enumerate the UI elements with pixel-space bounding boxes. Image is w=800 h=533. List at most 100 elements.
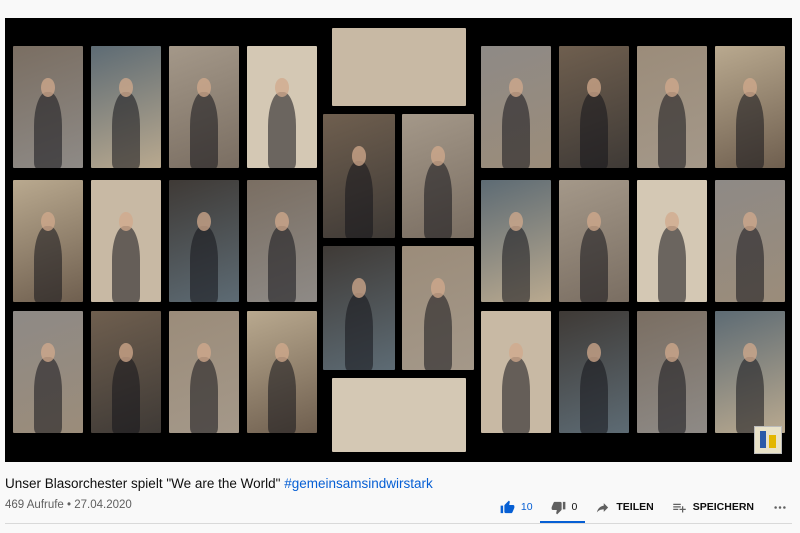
musician-head xyxy=(509,211,523,232)
musician-figure xyxy=(580,357,608,433)
musician-tile xyxy=(13,311,83,433)
musician-figure xyxy=(658,92,686,168)
musician-head xyxy=(509,77,523,98)
musician-tile xyxy=(481,180,551,302)
musician-figure xyxy=(268,226,296,302)
musician-head xyxy=(665,77,679,98)
musician-figure xyxy=(502,226,530,302)
dislike-button[interactable]: 0 xyxy=(551,500,578,515)
musician-tile xyxy=(91,180,161,302)
musician-figure xyxy=(502,357,530,433)
save-label: SPEICHERN xyxy=(692,501,754,513)
musician-head xyxy=(41,211,55,232)
musician-figure xyxy=(502,92,530,168)
musician-head xyxy=(509,342,523,363)
musician-figure xyxy=(736,357,764,433)
view-count: 469 Aufrufe xyxy=(5,499,64,511)
musician-head xyxy=(41,77,55,98)
musician-figure xyxy=(34,226,62,302)
channel-watermark-icon[interactable] xyxy=(754,426,782,454)
musician-head xyxy=(275,77,289,98)
musician-head xyxy=(351,278,367,299)
musician-tile xyxy=(13,180,83,302)
musician-figure xyxy=(344,293,374,370)
video-player[interactable] xyxy=(5,18,792,462)
musician-figure xyxy=(736,92,764,168)
musician-tile xyxy=(715,311,785,433)
musician-tile xyxy=(402,114,474,238)
video-title: Unser Blasorchester spielt "We are the W… xyxy=(5,476,433,491)
musician-figure xyxy=(423,293,453,370)
musician-tile xyxy=(332,28,466,106)
musician-head xyxy=(430,146,446,167)
musician-head xyxy=(430,278,446,299)
musician-tile xyxy=(323,114,395,238)
musician-tile xyxy=(169,180,239,302)
musician-figure xyxy=(112,357,140,433)
musician-tile xyxy=(91,311,161,433)
musician-head xyxy=(587,77,601,98)
musician-tile xyxy=(559,46,629,168)
musician-tile xyxy=(637,180,707,302)
musician-figure xyxy=(190,357,218,433)
musician-tile xyxy=(481,311,551,433)
musician-head xyxy=(119,342,133,363)
musician-figure xyxy=(34,92,62,168)
musician-head xyxy=(119,211,133,232)
musician-tile xyxy=(247,180,317,302)
musician-tile xyxy=(169,311,239,433)
info-divider xyxy=(5,523,792,524)
musician-head xyxy=(587,211,601,232)
musician-figure xyxy=(268,92,296,168)
like-count: 10 xyxy=(520,501,533,513)
video-actions: 10 0 TEILEN SPEICHERN xyxy=(482,497,788,517)
musician-tile xyxy=(637,311,707,433)
musician-head xyxy=(665,342,679,363)
musician-tile xyxy=(247,311,317,433)
musician-head xyxy=(197,77,211,98)
musician-head xyxy=(743,211,757,232)
save-button[interactable]: SPEICHERN xyxy=(672,500,754,515)
share-icon xyxy=(597,502,609,512)
musician-figure xyxy=(658,226,686,302)
musician-figure xyxy=(112,92,140,168)
musician-tile xyxy=(247,46,317,168)
musician-tile xyxy=(715,46,785,168)
musician-head xyxy=(275,211,289,232)
musician-tile xyxy=(91,46,161,168)
musician-tile xyxy=(169,46,239,168)
musician-head xyxy=(197,342,211,363)
thumbs-down-icon xyxy=(551,501,565,514)
musician-head xyxy=(275,342,289,363)
musician-figure xyxy=(344,161,374,238)
musician-figure xyxy=(190,92,218,168)
more-icon xyxy=(774,505,786,509)
musician-tile xyxy=(402,246,474,370)
musician-figure xyxy=(658,357,686,433)
musician-tile xyxy=(637,46,707,168)
musician-head xyxy=(197,211,211,232)
musician-tile xyxy=(481,46,551,168)
musician-tile xyxy=(559,180,629,302)
share-button[interactable]: TEILEN xyxy=(595,500,654,515)
share-label: TEILEN xyxy=(616,501,654,513)
musician-head xyxy=(587,342,601,363)
more-actions-button[interactable] xyxy=(772,500,788,515)
musician-figure xyxy=(268,357,296,433)
hashtag-link[interactable]: #gemeinsamsindwirstark xyxy=(284,476,433,491)
musician-figure xyxy=(423,161,453,238)
upload-date: 27.04.2020 xyxy=(74,499,132,511)
musician-head xyxy=(351,146,367,167)
video-meta: 469 Aufrufe • 27.04.2020 xyxy=(5,499,132,511)
dislike-count: 0 xyxy=(571,501,578,513)
musician-tile xyxy=(715,180,785,302)
musician-figure xyxy=(580,226,608,302)
musician-tile xyxy=(559,311,629,433)
like-button[interactable]: 10 xyxy=(500,500,533,515)
musician-figure xyxy=(34,357,62,433)
musician-tile xyxy=(13,46,83,168)
meta-separator: • xyxy=(63,499,75,511)
musician-figure xyxy=(736,226,764,302)
musician-head xyxy=(743,77,757,98)
musician-tile xyxy=(332,378,466,452)
